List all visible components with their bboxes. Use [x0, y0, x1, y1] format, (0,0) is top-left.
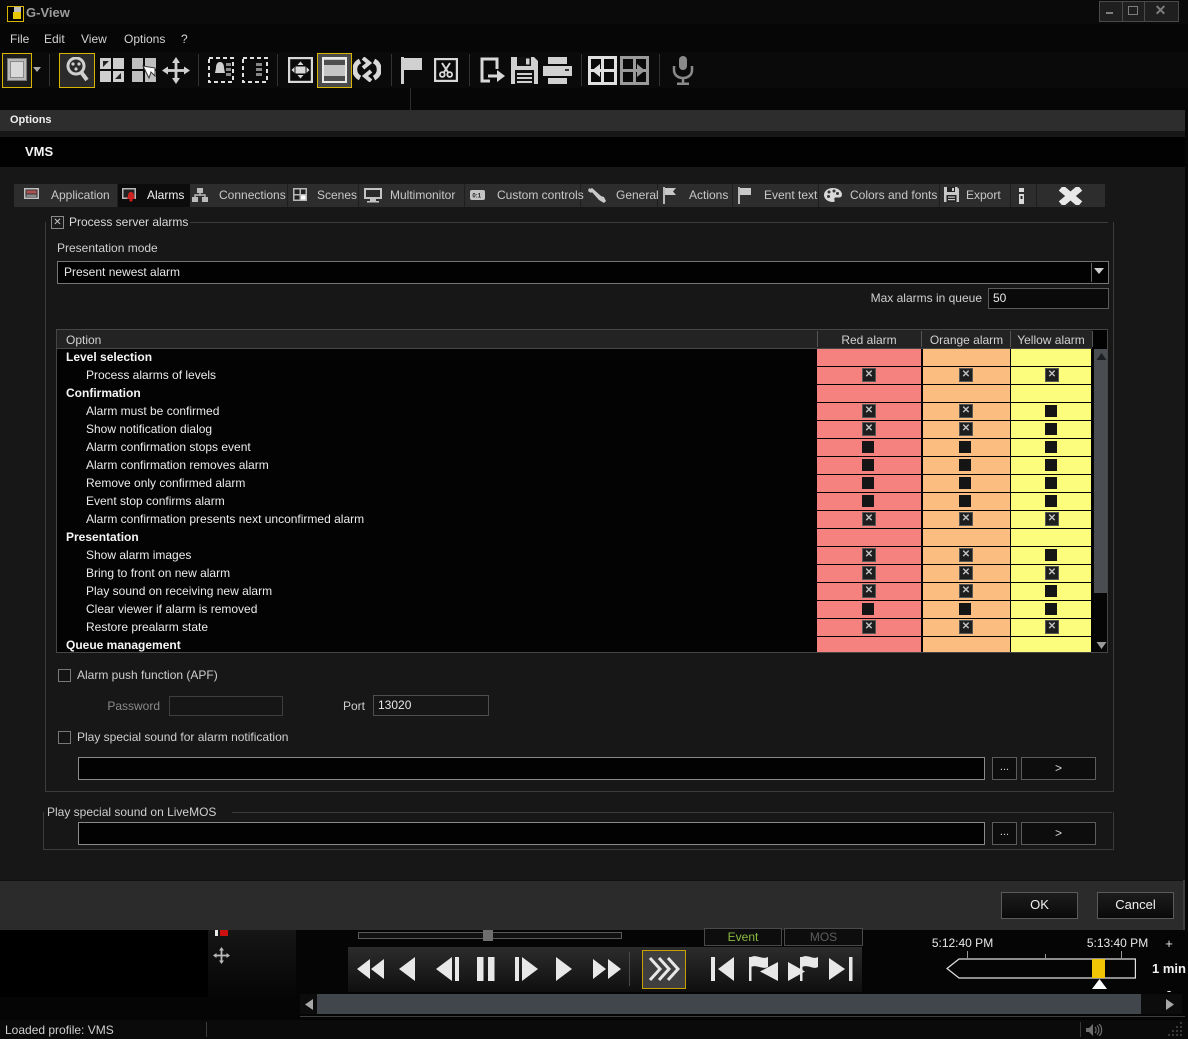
svg-text:0:1: 0:1 — [472, 194, 481, 200]
